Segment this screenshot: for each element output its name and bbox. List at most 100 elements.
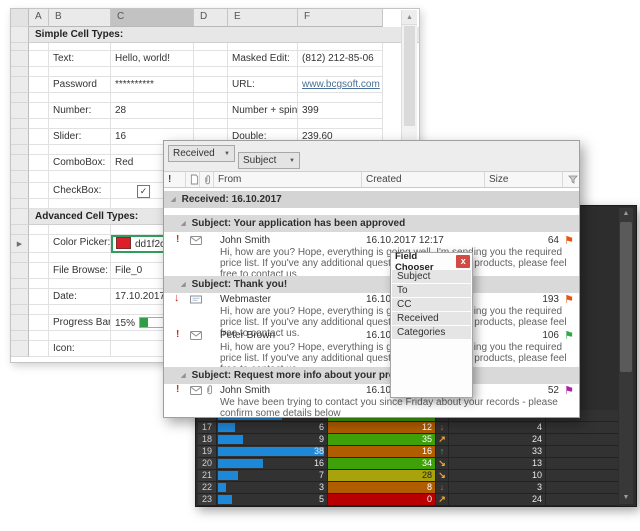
dark-grid-row[interactable]: 193816↑33 — [198, 446, 618, 458]
bar-value: 3 — [319, 482, 324, 493]
collapse-triangle-icon[interactable]: ◢ — [181, 220, 186, 227]
column-header-f[interactable]: F — [298, 9, 383, 27]
password-cell[interactable]: ********** — [111, 77, 194, 93]
cell-label: File Browse: — [49, 263, 111, 279]
filter-button[interactable] — [563, 172, 579, 187]
group-by-received[interactable]: Received▼ — [168, 145, 235, 162]
bar-value: 7 — [319, 470, 324, 481]
field-item-to[interactable]: To — [392, 284, 471, 297]
dark-grid-rows: 17612↓418935↗24193816↑33201634↘1321 7 28↘ 1… — [198, 410, 618, 506]
high-priority-icon: ! — [176, 234, 179, 245]
dark-grid-row[interactable]: 2238↓3 — [198, 482, 618, 494]
message-preview: We have been trying to contact you since… — [220, 397, 567, 419]
spacer-row — [11, 119, 419, 129]
created-column-header[interactable]: Created — [362, 172, 485, 187]
message-row[interactable]: ! John Smith 16.10.2 52 ⚑ We have been t… — [164, 384, 579, 419]
mail-list-window: Received▼ Subject▼ ! From Created Size ◢… — [163, 140, 580, 418]
data-bar-blue — [218, 447, 324, 456]
row-number: 21 — [198, 470, 217, 481]
scroll-up-icon[interactable]: ▲ — [402, 10, 417, 25]
field-item-received[interactable]: Received — [392, 312, 471, 325]
field-chooser-titlebar[interactable]: Field Chooser x — [391, 253, 472, 270]
dark-grid-row[interactable]: 21728↘10 — [198, 470, 618, 482]
vertical-scrollbar[interactable]: ▲ ▼ — [619, 208, 633, 504]
group-by-subject[interactable]: Subject▼ — [238, 152, 300, 169]
text-edit-cell[interactable]: Hello, world! — [111, 51, 194, 67]
dark-grid-row[interactable]: 2350↗24 — [198, 494, 618, 506]
column-header-e[interactable]: E — [228, 9, 298, 27]
open-envelope-icon — [190, 386, 202, 398]
sender-name: John Smith — [220, 385, 270, 396]
cell-label: Icon: — [49, 341, 111, 357]
column-header-b[interactable]: B — [49, 9, 111, 27]
from-column-header[interactable]: From — [214, 172, 362, 187]
select-all-corner[interactable] — [11, 9, 29, 27]
field-item-categories[interactable]: Categories — [392, 326, 471, 339]
color-scale-cell: 28 — [328, 470, 436, 481]
dark-grid-row[interactable]: 17612↓4 — [198, 422, 618, 434]
column-header-d[interactable]: D — [194, 9, 228, 27]
group-row-subject-3[interactable]: ◢ Subject: Request more info about your … — [164, 367, 579, 384]
section-band-row: Simple Cell Types: — [11, 27, 419, 43]
message-size: 193 — [542, 294, 559, 305]
url-link[interactable]: www.bcgsoft.com — [302, 79, 380, 90]
message-row[interactable]: ! Peter Brown 16.10.2 106 ⚑ Hi, how are … — [164, 329, 579, 365]
scroll-down-icon[interactable]: ▼ — [619, 492, 633, 504]
paperclip-icon — [204, 174, 212, 186]
cell-label: Masked Edit: — [228, 51, 298, 67]
group-row-received[interactable]: ◢ Received: 16.10.2017 — [164, 191, 579, 208]
color-scale-cell: 12 — [328, 422, 436, 433]
attachment-column-header[interactable] — [200, 172, 214, 187]
message-row[interactable]: ! John Smith 16.10.2017 12:17 64 ⚑ Hi, h… — [164, 234, 579, 272]
bar-value: 16 — [314, 458, 324, 469]
scrollbar-thumb[interactable] — [404, 26, 415, 126]
priority-column-header[interactable]: ! — [164, 172, 186, 187]
document-icon — [190, 174, 199, 185]
masked-edit-cell[interactable]: (812) 212-85-06 — [298, 51, 383, 67]
column-header-c[interactable]: C — [111, 9, 194, 27]
section-title-simple: Simple Cell Types: — [29, 27, 419, 43]
column-header-a[interactable]: A — [29, 9, 49, 27]
dark-grid-row[interactable]: 201634↘13 — [198, 458, 618, 470]
trend-arrow-icon: ↘ — [436, 470, 449, 481]
close-button[interactable]: x — [456, 255, 470, 268]
cell-label: CheckBox: — [49, 183, 111, 199]
read-message-icon — [190, 295, 202, 307]
data-bar-blue — [218, 495, 232, 504]
spacer-row — [11, 67, 419, 77]
number-cell[interactable]: 28 — [111, 103, 194, 119]
message-row[interactable]: ↓ Webmaster 16.10.2 193 ⚑ Hi, how are yo… — [164, 293, 579, 329]
empty-cell — [546, 434, 618, 445]
cell-label: URL: — [228, 77, 298, 93]
cell-label: Date: — [49, 289, 111, 305]
collapse-triangle-icon[interactable]: ◢ — [181, 281, 186, 288]
data-bar-blue — [218, 423, 235, 432]
collapse-triangle-icon[interactable]: ◢ — [181, 372, 186, 379]
checkbox-checked-icon[interactable]: ✓ — [137, 185, 150, 198]
flag-icon[interactable]: ⚑ — [564, 234, 574, 247]
group-row-subject-2[interactable]: ◢ Subject: Thank you! — [164, 276, 579, 293]
dark-grid-row[interactable]: 18935↗24 — [198, 434, 618, 446]
scrollbar-thumb[interactable] — [620, 222, 632, 372]
value-cell: 3 — [449, 482, 546, 493]
message-type-column-header[interactable] — [186, 172, 200, 187]
color-swatch[interactable] — [116, 237, 131, 249]
sender-name: John Smith — [220, 235, 270, 246]
spacer-row — [11, 43, 419, 51]
collapse-triangle-icon[interactable]: ◢ — [171, 196, 176, 203]
flag-icon[interactable]: ⚑ — [564, 329, 574, 342]
scroll-up-icon[interactable]: ▲ — [619, 208, 633, 220]
size-column-header[interactable]: Size — [485, 172, 563, 187]
trend-arrow-icon: ↘ — [436, 458, 449, 469]
flag-icon[interactable]: ⚑ — [564, 293, 574, 306]
row-password: Password ********** URL: www.bcgsoft.com — [11, 77, 419, 93]
data-bar-blue — [218, 435, 243, 444]
message-size: 64 — [548, 235, 559, 246]
spin-cell[interactable]: 399 — [298, 103, 383, 119]
high-priority-icon: ! — [176, 329, 179, 340]
bar-cell: 9 — [217, 434, 328, 445]
url-cell[interactable]: www.bcgsoft.com — [298, 77, 383, 93]
flag-icon[interactable]: ⚑ — [564, 384, 574, 397]
group-row-subject-1[interactable]: ◢ Subject: Your application has been app… — [164, 215, 579, 232]
field-item-cc[interactable]: CC — [392, 298, 471, 311]
